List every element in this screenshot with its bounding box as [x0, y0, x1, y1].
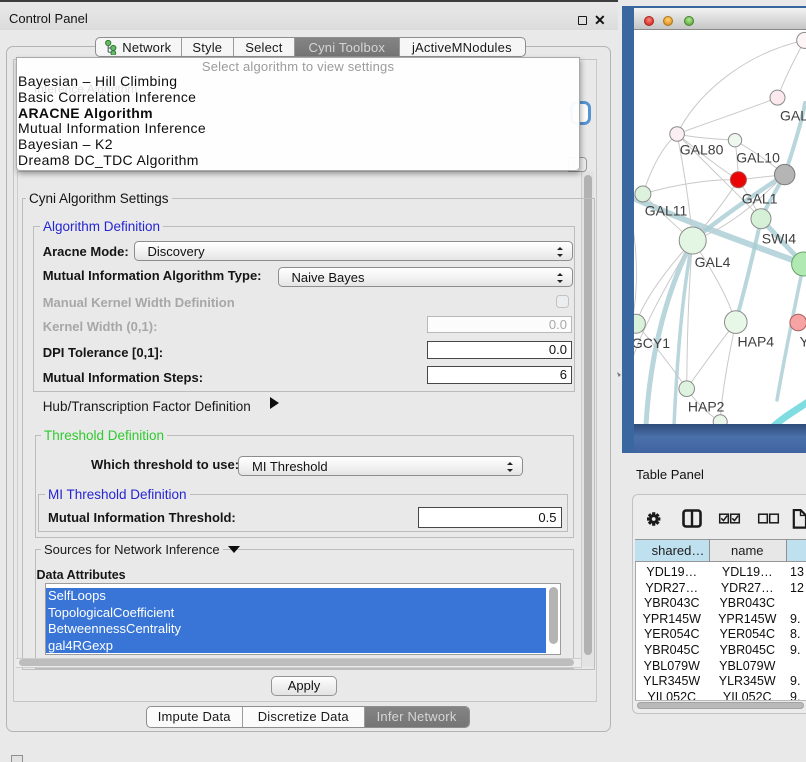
svg-text:HAP4: HAP4 [738, 333, 775, 349]
svg-text:Y: Y [800, 333, 806, 349]
svg-text:GAL4: GAL4 [695, 254, 731, 270]
svg-text:SWI4: SWI4 [762, 230, 796, 246]
svg-text:GAL7: GAL7 [780, 107, 806, 123]
svg-text:HAP2: HAP2 [688, 398, 725, 414]
svg-text:GAL10: GAL10 [736, 149, 780, 165]
svg-text:GCY1: GCY1 [634, 335, 670, 351]
svg-text:GAL80: GAL80 [680, 141, 724, 157]
svg-text:GAL11: GAL11 [645, 202, 688, 218]
svg-text:GAL1: GAL1 [742, 191, 778, 207]
